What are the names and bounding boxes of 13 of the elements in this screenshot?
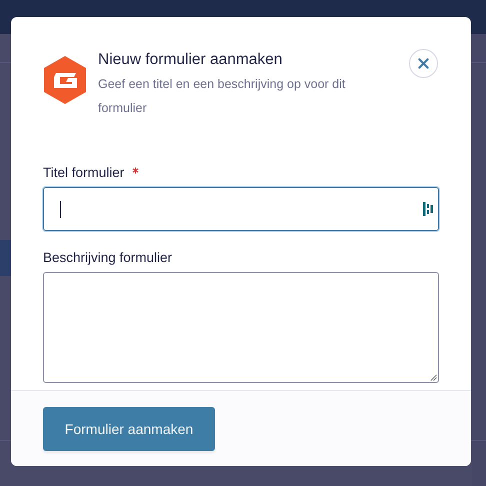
field-label: Beschrijving formulier (43, 249, 172, 267)
submit-button[interactable]: Formulier aanmaken (43, 407, 215, 451)
resize-handle-icon[interactable] (430, 374, 437, 381)
dialog-title: Nieuw formulier aanmaken (98, 50, 284, 70)
close-button[interactable] (409, 49, 438, 78)
bars-icon[interactable] (423, 202, 433, 216)
description-field[interactable] (43, 272, 439, 383)
close-icon (418, 58, 429, 69)
logo-icon (43, 56, 87, 104)
text-cursor (60, 201, 61, 218)
title-field[interactable] (43, 187, 439, 231)
dialog-subtitle: Geef een titel en een beschrijving op voor dit formulier (98, 76, 346, 117)
field-label: Titel formulier (43, 164, 124, 182)
